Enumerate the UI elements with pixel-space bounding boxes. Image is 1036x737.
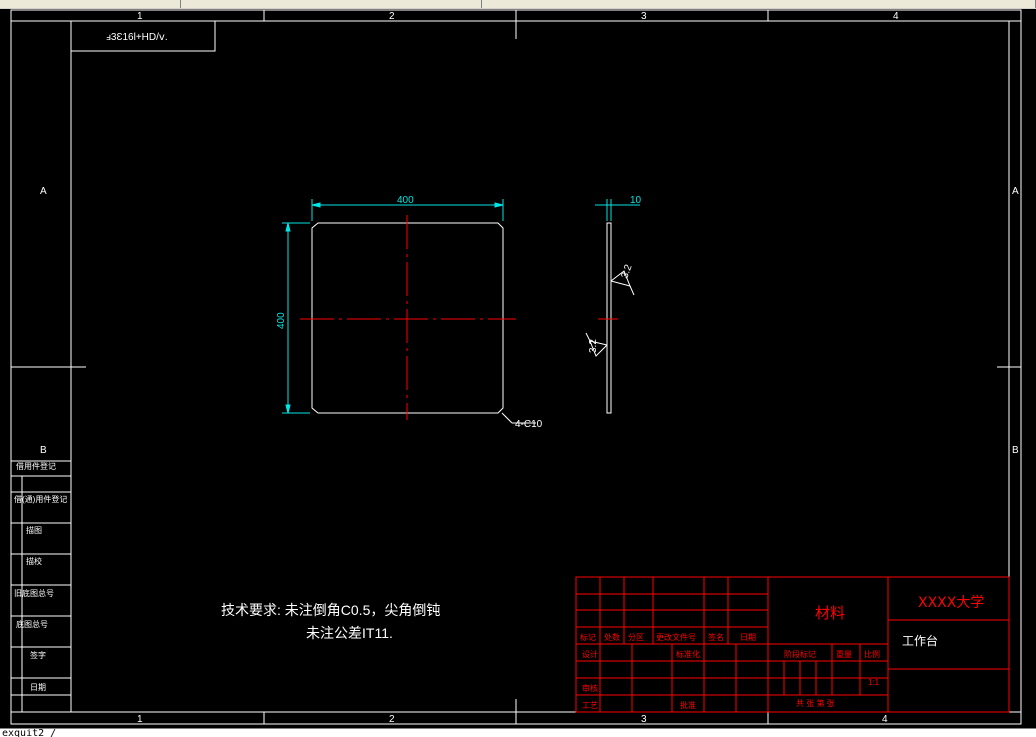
sidebar-table: 借用件登记 借(通)用件登记 描图 描校 旧底图总号 底图总号 签字 日期 [10,460,72,713]
tb-label: 更改文件号 [656,632,696,642]
tb-material: 材料 [815,604,845,622]
sidebar-cell: 旧底图总号 [14,588,54,598]
tb-sheets: 共 张 第 张 [796,698,835,708]
tb-school: XXXX大学 [918,595,984,611]
sidebar-cell: 借用件登记 [16,461,56,471]
tb-design: 设计 [582,649,598,659]
notes-line1: 技术要求: 未注倒角C0.5，尖角倒钝 [221,602,440,618]
tb-scale-value: 1:1 [868,678,880,687]
command-line[interactable]: exquit2 / [0,728,1036,737]
notes-line2: 未注公差IT11. [306,625,393,641]
sidebar-cell: 日期 [30,683,46,692]
tb-approve: 批准 [680,700,696,710]
col-label: 4 [882,714,888,725]
tb-label: 签名 [708,632,724,642]
tb-review: 审核 [582,683,598,693]
main-view[interactable]: 400 400 4-C10 [276,195,543,430]
tb-label: 标记 [580,632,596,642]
thickness-dim-text: 10 [630,195,642,206]
toolbar-segment[interactable] [181,0,482,8]
row-label: A [1012,186,1019,197]
sidebar-cell: 签字 [30,650,46,660]
sidebar-cell: 底图总号 [16,619,48,629]
tb-part-name: 工作台 [902,633,938,648]
row-label: A [40,186,47,197]
tb-weight: 重量 [836,649,852,659]
col-label: 1 [137,11,143,22]
height-dim-text: 400 [276,312,287,329]
col-label: 3 [641,11,647,22]
col-label: 1 [137,714,143,725]
title-block[interactable]: 标记 处数 分区 更改文件号 签名 日期 设计 标准化 审核 工艺 批准 阶段标… [575,576,1010,713]
side-outline [606,222,612,414]
tb-label: 处数 [604,632,620,642]
frame-labels: 1 2 3 4 1 2 3 4 A B A B ⅎ3Ɛ16l+HD/ⅴ. [40,11,1019,725]
toolbar-segment[interactable] [482,0,1036,8]
technical-notes: 技术要求: 未注倒角C0.5，尖角倒钝 未注公差IT11. [221,602,440,641]
roughness-1-text: 3.2 [619,263,634,280]
tb-label: 分区 [628,633,644,642]
tb-standardize: 标准化 [676,649,700,659]
col-label: 2 [389,11,395,22]
toolbar-segment[interactable] [0,0,181,8]
cad-drawing[interactable]: 1 2 3 4 1 2 3 4 A B A B ⅎ3Ɛ16l+HD/ⅴ. 借用件… [0,9,1036,728]
sidebar-cell: 描校 [26,556,42,566]
sidebar-cell: 描图 [26,525,42,535]
col-label: 2 [389,714,395,725]
tb-scale: 比例 [864,649,880,659]
top-left-box-text: ⅎ3Ɛ16l+HD/ⅴ. [106,32,168,43]
chamfer-note: 4-C10 [515,419,543,430]
tb-process: 工艺 [582,701,598,710]
row-label: B [1012,445,1019,456]
tb-label: 日期 [740,633,756,642]
outer-frame [10,9,1022,725]
width-dim-text: 400 [397,195,414,206]
tb-stage-mark: 阶段标记 [784,649,816,659]
col-label: 4 [893,11,899,22]
col-label: 3 [641,714,647,725]
side-view[interactable]: 10 3.2 3.2 [585,195,642,414]
row-label: B [40,445,47,456]
sidebar-cell: 借(通)用件登记 [14,494,67,504]
roughness-2-text: 3.2 [588,339,599,353]
drawing-canvas[interactable]: 1 2 3 4 1 2 3 4 A B A B ⅎ3Ɛ16l+HD/ⅴ. 借用件… [0,9,1036,728]
